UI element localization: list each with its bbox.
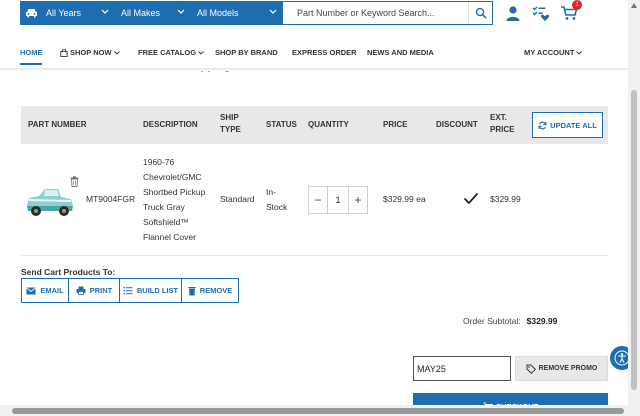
checklist-heart-icon: [532, 6, 550, 21]
main-nav: HOME SHOP NOW FREE CATALOG SHOP BY BRAND…: [0, 42, 628, 68]
year-select-label: All Years: [46, 8, 82, 18]
item-part-number[interactable]: MT9004FGR: [86, 192, 135, 207]
chevron-down-icon: [576, 50, 583, 55]
chevron-down-icon: [101, 9, 109, 14]
build-list-label: BUILD LIST: [136, 286, 179, 295]
refresh-icon: [538, 121, 547, 129]
product-image[interactable]: [23, 184, 75, 220]
model-select[interactable]: All Models: [191, 2, 283, 24]
nav-shop-now-label: SHOP NOW: [70, 48, 112, 57]
header-status: STATUS: [266, 120, 297, 129]
nav-active-indicator: [20, 63, 42, 65]
header-quantity: QUANTITY: [308, 120, 349, 129]
nav-news-media[interactable]: NEWS AND MEDIA: [367, 48, 434, 57]
vehicle-search-bar: All Years All Makes All Models Part Numb…: [20, 1, 493, 25]
send-cart-label: Send Cart Products To:: [21, 267, 116, 277]
subtotal-label: Order Subtotal:: [463, 316, 521, 326]
remove-promo-label: REMOVE PROMO: [538, 365, 598, 372]
header-price: PRICE: [383, 120, 408, 129]
remove-promo-button[interactable]: REMOVE PROMO: [515, 356, 608, 381]
header-part-number: PART NUMBER: [28, 120, 87, 129]
chevron-down-icon: [177, 9, 185, 14]
order-subtotal: Order Subtotal: $329.99: [463, 316, 557, 326]
update-all-button[interactable]: UPDATE ALL: [532, 112, 603, 138]
quantity-input[interactable]: 1: [327, 187, 349, 213]
promo-code-field[interactable]: MAY25: [413, 356, 511, 381]
wishlist-button[interactable]: [530, 3, 552, 23]
nav-express-order[interactable]: EXPRESS ORDER: [292, 48, 357, 57]
nav-home[interactable]: HOME: [20, 48, 43, 57]
send-cart-actions: EMAIL PRINT BUILD LIST REMOVE: [21, 278, 239, 303]
horizontal-scrollbar[interactable]: [0, 405, 640, 416]
build-list-button[interactable]: BUILD LIST: [119, 278, 182, 303]
item-status: In-Stock: [266, 187, 288, 212]
nav-home-label: HOME: [20, 48, 43, 57]
header-ship-type: SHIP TYPE: [220, 113, 241, 134]
make-select-label: All Makes: [121, 8, 161, 18]
bag-icon: [60, 48, 68, 57]
email-cart-button[interactable]: EMAIL: [21, 278, 69, 303]
subtotal-value: $329.99: [526, 316, 558, 326]
nav-shop-now[interactable]: SHOP NOW: [60, 48, 120, 57]
car-icon: [21, 2, 42, 24]
item-price: $329.99 ea: [383, 194, 426, 204]
tag-icon: [526, 364, 536, 374]
scroll-up-arrow-icon[interactable]: [631, 3, 637, 8]
trash-icon: [188, 286, 196, 295]
account-button[interactable]: [502, 3, 524, 23]
vertical-scroll-thumb[interactable]: [631, 90, 637, 390]
quantity-stepper: − 1 +: [308, 186, 368, 214]
item-description[interactable]: 1960-76 Chevrolet/GMC Shortbed Pickup Tr…: [143, 155, 213, 245]
nav-express-order-label: EXPRESS ORDER: [292, 48, 357, 57]
chevron-down-icon: [198, 50, 204, 55]
nav-free-catalog[interactable]: FREE CATALOG: [138, 48, 204, 57]
nav-divider: [0, 68, 628, 71]
search-icon: [475, 7, 487, 19]
item-ext-price: $329.99: [490, 194, 521, 204]
chevron-down-icon: [113, 50, 120, 55]
search-input[interactable]: Part Number or Keyword Search...: [283, 2, 468, 24]
update-all-label: UPDATE ALL: [550, 120, 597, 130]
header-description: DESCRIPTION: [143, 120, 198, 129]
remove-cart-button[interactable]: REMOVE: [181, 278, 239, 303]
nav-free-catalog-label: FREE CATALOG: [138, 48, 197, 57]
nav-shop-by-brand-label: SHOP BY BRAND: [215, 48, 278, 57]
increase-quantity-button[interactable]: +: [349, 187, 367, 213]
envelope-icon: [26, 286, 37, 294]
email-label: EMAIL: [40, 286, 64, 295]
nav-shop-by-brand[interactable]: SHOP BY BRAND: [215, 48, 278, 57]
header-discount: DISCOUNT: [436, 120, 478, 129]
discount-check-icon: [463, 192, 479, 205]
remove-label: REMOVE: [199, 286, 233, 295]
cart-count-badge: 1: [572, 0, 582, 10]
search-button[interactable]: [468, 2, 492, 24]
make-select[interactable]: All Makes: [115, 2, 191, 24]
cart-table-header: PART NUMBER DESCRIPTION SHIP TYPE STATUS…: [21, 106, 608, 144]
header-ext-price: EXT. PRICE: [490, 113, 515, 134]
nav-my-account[interactable]: MY ACCOUNT: [524, 48, 583, 57]
nav-my-account-label: MY ACCOUNT: [524, 48, 575, 57]
model-select-label: All Models: [197, 8, 239, 18]
decrease-quantity-button[interactable]: −: [309, 187, 327, 213]
chevron-down-icon: [269, 9, 277, 14]
horizontal-scroll-thumb[interactable]: [12, 408, 624, 414]
printer-icon: [76, 286, 86, 295]
year-select[interactable]: All Years: [42, 2, 115, 24]
user-icon: [506, 6, 520, 21]
print-label: PRINT: [89, 286, 113, 295]
table-row: MT9004FGR 1960-76 Chevrolet/GMC Shortbed…: [21, 144, 608, 256]
nav-news-media-label: NEWS AND MEDIA: [367, 48, 434, 57]
top-bar: All Years All Makes All Models Part Numb…: [0, 0, 628, 32]
cart-button[interactable]: 1: [558, 0, 582, 23]
list-icon: [123, 287, 133, 295]
vertical-scrollbar[interactable]: [628, 0, 640, 405]
item-ship-type: Standard: [220, 194, 255, 204]
print-cart-button[interactable]: PRINT: [68, 278, 120, 303]
